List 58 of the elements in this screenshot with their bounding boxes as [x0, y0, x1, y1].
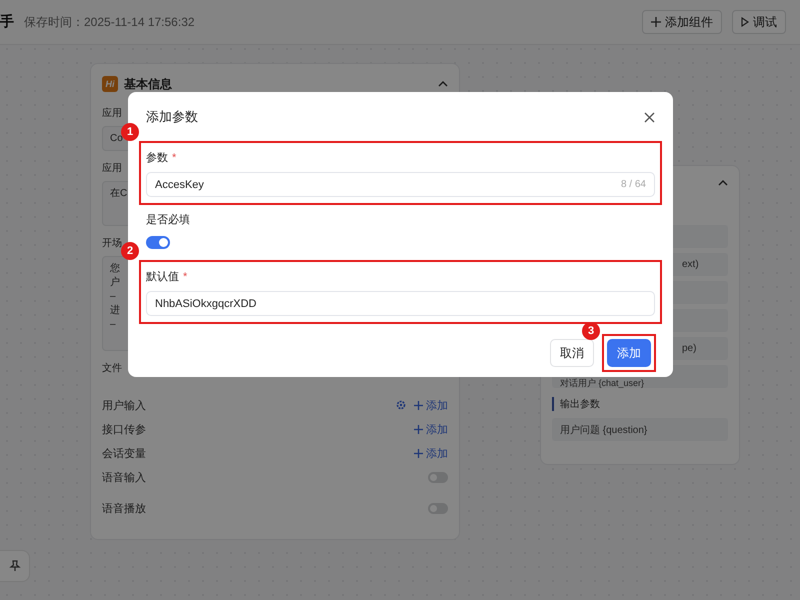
input-value: NhbASiOkxgqcrXDD — [155, 298, 256, 310]
step-marker: 3 — [582, 322, 600, 340]
play-icon — [741, 17, 749, 27]
variable-name: 对话用户 {chat_user} — [560, 376, 644, 390]
panel-title: 基本信息 — [124, 76, 173, 92]
gear-icon[interactable] — [396, 400, 406, 410]
variable-name: 用户问题 {question} — [560, 424, 648, 436]
add-button[interactable]: 添加 — [607, 339, 651, 367]
input-value: AccesKey — [155, 178, 204, 190]
setting-label: 语音播放 — [102, 502, 147, 516]
plus-icon — [414, 448, 423, 458]
debug-button[interactable]: 调试 — [732, 10, 786, 34]
save-time: 保存时间：2025-11-14 17:56:32 — [24, 14, 196, 30]
page-title: 手 — [0, 13, 14, 31]
step-marker: 1 — [121, 123, 139, 141]
add-link[interactable]: 添加 — [414, 398, 448, 412]
field-label: 应用 — [102, 162, 122, 175]
add-link[interactable]: 添加 — [414, 446, 448, 460]
text-line: Co — [110, 132, 123, 145]
input-field[interactable]: AccesKey 8 / 64 — [146, 172, 655, 197]
text-line: 您 — [110, 262, 120, 275]
setting-label: 接口传参 — [102, 422, 147, 436]
field-label: 应用 — [102, 106, 122, 120]
text-line: 在C — [110, 187, 128, 200]
setting-label: 语音输入 — [102, 470, 147, 484]
required-mark: * — [183, 271, 188, 283]
toggle-switch[interactable] — [146, 236, 170, 249]
field-label: 默认值 — [146, 271, 179, 283]
pin-button[interactable] — [0, 550, 30, 582]
dialog-title: 添加参数 — [146, 108, 199, 126]
cancel-button[interactable]: 取消 — [550, 339, 594, 367]
required-mark: * — [172, 152, 176, 164]
field-label: 开场 — [102, 237, 122, 250]
plus-icon — [414, 424, 423, 434]
pin-icon — [8, 560, 20, 572]
chevron-up-icon[interactable] — [718, 180, 728, 186]
setting-label: 用户输入 — [102, 398, 147, 412]
field-label: 参数 — [146, 152, 168, 164]
input-field[interactable]: NhbASiOkxgqcrXDD — [146, 291, 655, 316]
plus-icon — [651, 17, 661, 27]
text-line: – — [110, 318, 116, 331]
app-logo: Hi — [102, 76, 118, 92]
chevron-up-icon[interactable] — [438, 81, 448, 87]
step-marker: 2 — [121, 242, 139, 260]
text-line: 户 — [110, 276, 120, 289]
variable-name: pe) — [682, 343, 696, 354]
close-icon[interactable] — [644, 112, 655, 122]
section-title: 输出参数 — [552, 397, 728, 411]
char-counter: 8 / 64 — [620, 179, 646, 190]
add-component-button[interactable]: 添加组件 — [642, 10, 722, 34]
text-line: 进 — [110, 304, 120, 317]
add-link[interactable]: 添加 — [414, 422, 448, 436]
setting-label: 会话变量 — [102, 446, 147, 460]
field-label: 文件 — [102, 362, 122, 375]
plus-icon — [414, 400, 423, 410]
field-label: 是否必填 — [146, 212, 190, 227]
text-line: – — [110, 290, 116, 303]
variable-name: ext) — [682, 259, 699, 270]
